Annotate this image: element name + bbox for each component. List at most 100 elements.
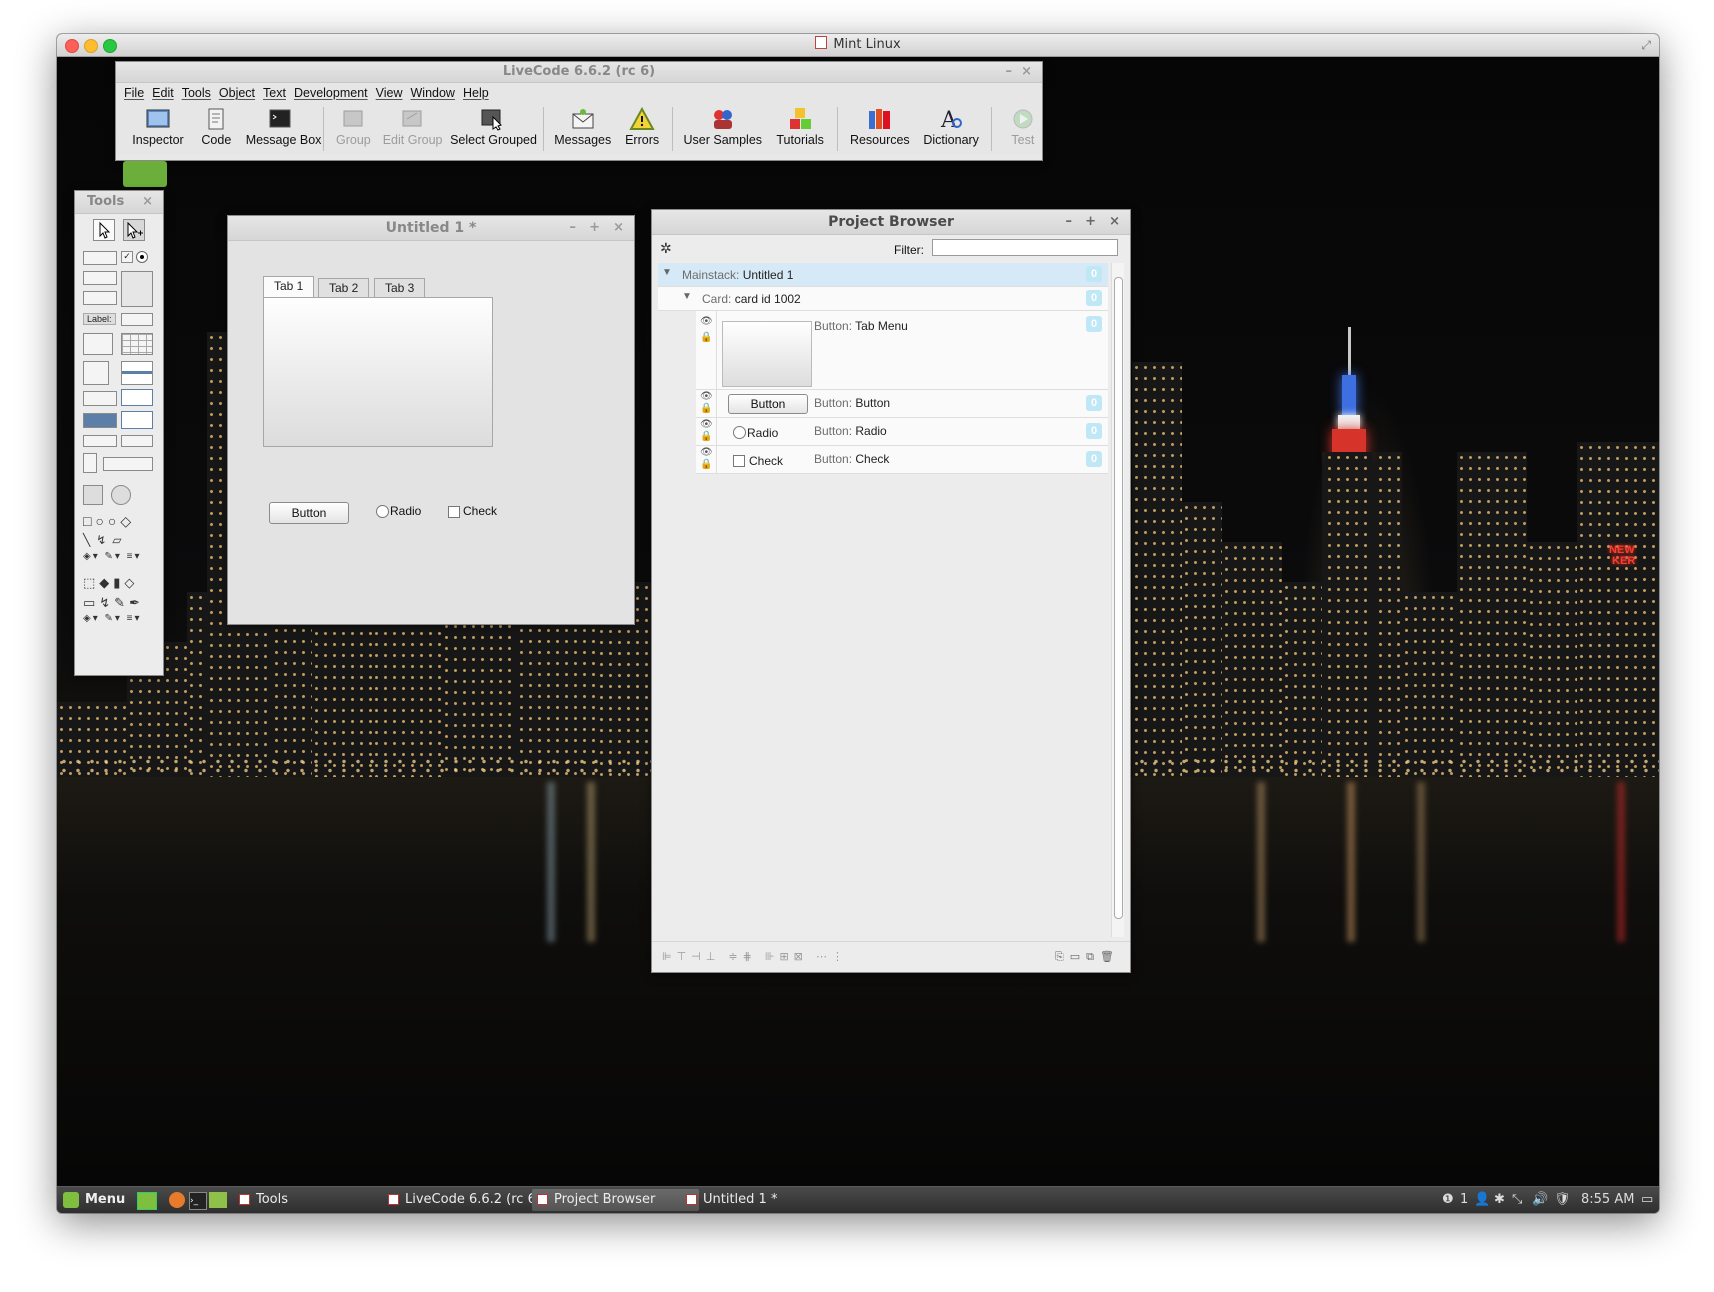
menu-view[interactable]: View: [376, 86, 403, 100]
alert-icon[interactable]: ❶: [1442, 1187, 1454, 1213]
task-livecode[interactable]: LiveCode 6.6.2 (rc 6): [383, 1189, 550, 1211]
option-menu-tool[interactable]: [83, 391, 117, 406]
checkbox-tool[interactable]: ✓: [121, 251, 133, 263]
scrollbar-thumb[interactable]: [1114, 277, 1123, 919]
eye-icon[interactable]: 👁: [700, 317, 713, 327]
menu-object[interactable]: Object: [219, 86, 255, 100]
pulldown-tool[interactable]: [121, 411, 153, 429]
resources-button[interactable]: Resources: [845, 103, 915, 147]
mainstack-row[interactable]: ▼ Mainstack: Untitled 1 0: [658, 263, 1108, 287]
pointer-tool[interactable]: [123, 219, 145, 241]
menu-text[interactable]: Text: [263, 86, 286, 100]
menu-edit[interactable]: Edit: [152, 86, 174, 100]
menu-development[interactable]: Development: [294, 86, 368, 100]
user-icon[interactable]: 👤: [1474, 1187, 1490, 1213]
close-icon[interactable]: ×: [1109, 210, 1120, 234]
object-row[interactable]: 👁 🔒 Button Button: Button 0: [696, 390, 1108, 418]
dictionary-button[interactable]: A Dictionary: [918, 103, 984, 147]
maximize-icon[interactable]: +: [1085, 210, 1096, 234]
rectangle-button-tool[interactable]: [83, 291, 117, 305]
show-desktop-icon[interactable]: [137, 1192, 157, 1210]
scrolling-field-tool[interactable]: [83, 333, 113, 355]
message-box-button[interactable]: Message Box: [243, 103, 321, 147]
object-row[interactable]: 👁 🔒 Button: Tab Menu 0: [696, 311, 1108, 390]
paint-fill-tools[interactable]: ◈▾ ✎▾ ≡▾: [83, 613, 142, 624]
minimize-icon[interactable]: –: [1066, 210, 1073, 234]
tab-2[interactable]: Tab 2: [318, 278, 370, 298]
clock[interactable]: 8:55 AM: [1581, 1187, 1634, 1213]
disclosure-triangle-icon[interactable]: ▼: [682, 291, 692, 302]
edit-group-button[interactable]: Edit Group: [380, 103, 444, 147]
lock-icon[interactable]: 🔒: [700, 460, 712, 470]
image-tool[interactable]: [83, 485, 103, 505]
disclosure-triangle-icon[interactable]: ▼: [662, 267, 672, 278]
maximize-icon[interactable]: +: [589, 216, 600, 240]
graphic-fill-tools[interactable]: ◈▾ ✎▾ ≡▾: [83, 551, 142, 562]
minimize-icon[interactable]: –: [570, 216, 577, 240]
field-tool[interactable]: [83, 251, 117, 265]
card-row[interactable]: ▼ Card: card id 1002 0: [658, 287, 1108, 311]
test-button[interactable]: Test: [998, 103, 1048, 147]
tutorials-button[interactable]: Tutorials: [769, 103, 831, 147]
close-icon[interactable]: ×: [1021, 62, 1032, 82]
lock-icon[interactable]: 🔒: [700, 333, 712, 343]
label-field-tool[interactable]: [121, 313, 153, 326]
player-tool[interactable]: [111, 485, 131, 505]
zoom-traffic-light[interactable]: [103, 39, 117, 53]
lock-icon[interactable]: 🔒: [700, 432, 712, 442]
object-row[interactable]: 👁 🔒 Check Button: Check 0: [696, 446, 1108, 474]
user-samples-button[interactable]: User Samples: [680, 103, 766, 147]
progress-tool[interactable]: [103, 457, 153, 471]
task-tools[interactable]: Tools: [234, 1189, 401, 1211]
filter-input[interactable]: [932, 239, 1118, 256]
menu-help[interactable]: Help: [463, 86, 489, 100]
eye-icon[interactable]: 👁: [700, 420, 713, 430]
menu-button[interactable]: Menu: [85, 1187, 125, 1213]
lock-icon[interactable]: 🔒: [700, 404, 712, 414]
volume-icon[interactable]: 🔊: [1532, 1187, 1548, 1213]
firefox-icon[interactable]: [169, 1192, 185, 1208]
fullscreen-icon[interactable]: ⤢: [1641, 38, 1651, 53]
gear-icon[interactable]: ✲: [660, 240, 672, 257]
messages-button[interactable]: Messages: [551, 103, 615, 147]
inspector-button[interactable]: Inspector: [126, 103, 190, 147]
popup-menu-tool[interactable]: [83, 413, 117, 428]
button-tool[interactable]: [83, 271, 117, 285]
stack-radio[interactable]: [376, 505, 389, 518]
spinner-tool[interactable]: [83, 453, 97, 473]
browse-tool[interactable]: [93, 219, 115, 241]
tab-3[interactable]: Tab 3: [374, 278, 426, 298]
close-icon[interactable]: ×: [613, 216, 624, 240]
data-grid-tool[interactable]: [121, 361, 153, 385]
table-field-tool[interactable]: [121, 333, 153, 355]
list-field-tool[interactable]: [83, 361, 109, 385]
eye-icon[interactable]: 👁: [700, 448, 713, 458]
paint-tools[interactable]: ⬚◆▮◇: [83, 575, 138, 591]
paint-tools-2[interactable]: ▭↯✎✒: [83, 595, 144, 611]
object-row[interactable]: 👁 🔒 Radio Button: Radio 0: [696, 418, 1108, 446]
task-untitled[interactable]: Untitled 1 *: [681, 1189, 848, 1211]
menu-window[interactable]: Window: [411, 86, 455, 100]
shield-icon[interactable]: 🛡: [1554, 1187, 1571, 1213]
errors-button[interactable]: Errors: [618, 103, 666, 147]
bluetooth-icon[interactable]: ✱: [1494, 1187, 1505, 1213]
menu-file[interactable]: File: [124, 86, 144, 100]
network-icon[interactable]: ⤡: [1512, 1187, 1522, 1213]
object-actions-icon[interactable]: ⎘▭⧉🗑: [1055, 942, 1120, 972]
select-grouped-button[interactable]: Select Grouped: [447, 103, 537, 147]
desktop-folder-icon[interactable]: [123, 161, 167, 187]
line-curve-tools[interactable]: ╲↯▱: [83, 533, 128, 547]
close-traffic-light[interactable]: [65, 39, 79, 53]
shape-tools[interactable]: □○○◇: [83, 513, 135, 530]
scrollbar-tool[interactable]: [83, 435, 117, 447]
stack-button[interactable]: Button: [269, 502, 349, 524]
group-button[interactable]: Group: [330, 103, 376, 147]
slider-tool[interactable]: [121, 435, 153, 447]
minimize-icon[interactable]: –: [1006, 62, 1013, 82]
radio-tool[interactable]: [136, 251, 148, 263]
files-icon[interactable]: [209, 1192, 227, 1208]
task-project-browser[interactable]: Project Browser: [532, 1189, 699, 1211]
terminal-icon[interactable]: ›_: [189, 1192, 207, 1210]
menu-tools[interactable]: Tools: [182, 86, 211, 100]
display-icon[interactable]: ▭: [1641, 1187, 1653, 1213]
